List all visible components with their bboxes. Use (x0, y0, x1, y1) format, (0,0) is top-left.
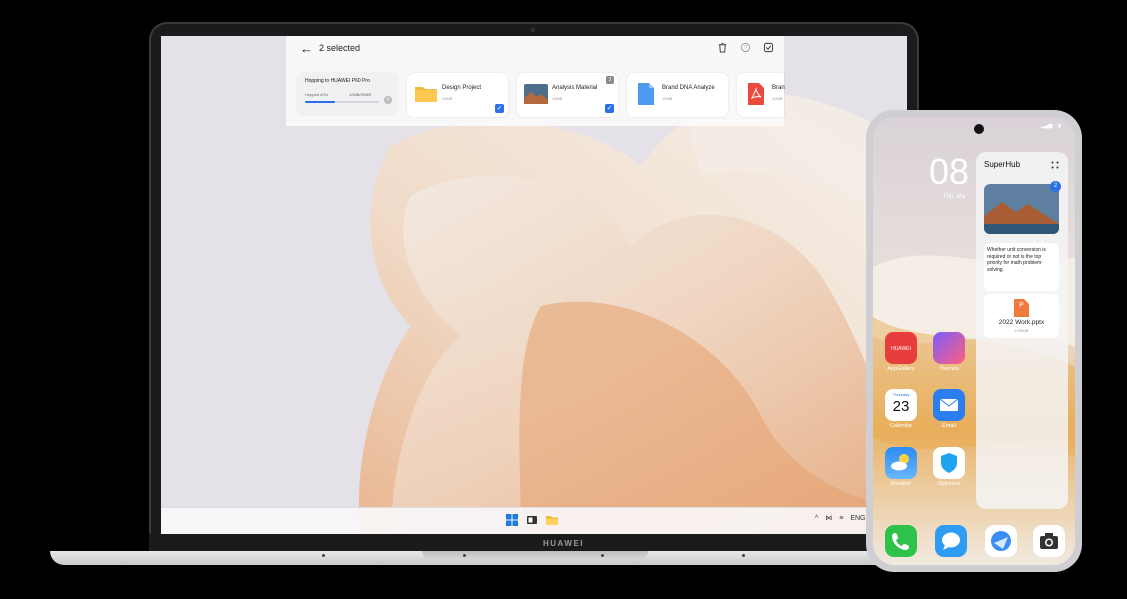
weather-icon[interactable] (885, 447, 917, 479)
phone-dock (881, 525, 1067, 559)
hop-progress-bar (305, 101, 379, 103)
superhub-title: SuperHub (984, 160, 1021, 169)
rubber-foot (463, 554, 466, 557)
hop-progress-fill (305, 101, 335, 103)
superhub-image-stack[interactable] (984, 184, 1059, 234)
rubber-foot (601, 554, 604, 557)
email-icon[interactable] (933, 389, 965, 421)
checkbox-checked-icon[interactable]: ✓ (495, 104, 504, 113)
hop-progress-label: Hopped 40% (305, 92, 329, 97)
laptop-lid-notch (422, 551, 648, 559)
messages-icon[interactable] (935, 525, 967, 557)
file-name: Bran (772, 85, 785, 91)
transfer-panel: ← 2 selected ? Hopping to HUAWEI P60 Pro… (286, 36, 785, 126)
calendar-day-name: Thursday (892, 392, 910, 397)
file-card-brand-dna-analyze[interactable]: Brand DNA Analyze 10MB (627, 73, 728, 117)
chevron-up-icon[interactable]: ^ (815, 515, 818, 522)
rubber-foot (742, 554, 745, 557)
grid-dots-icon[interactable] (1051, 161, 1059, 169)
selection-title: 2 selected (319, 43, 361, 53)
superhub-file-card[interactable]: P 2022 Work.pptx 2.39MB (984, 294, 1059, 338)
app-label-weather: Weather (890, 481, 912, 487)
taskbar-apps (506, 514, 558, 526)
hop-size-label: 12MB/30MB (349, 92, 372, 97)
phone-call-icon[interactable] (885, 525, 917, 557)
laptop-screen: ← 2 selected ? Hopping to HUAWEI P60 Pro… (161, 36, 907, 534)
superhub-file-name: 2022 Work.pptx (998, 319, 1045, 326)
optimizer-icon[interactable] (933, 447, 965, 479)
phone: ▂▄▆ ◔ ▮ 08 Thu, Ma HUAWEI AppGallery The… (866, 110, 1082, 572)
trash-icon[interactable] (717, 42, 728, 53)
hop-progress-card: Hopping to HUAWEI P60 Pro Hopped 40% 12M… (296, 72, 399, 116)
pdf-icon (748, 83, 764, 105)
pc-manager-icon[interactable]: ⋈ (825, 514, 832, 522)
file-card-design-project[interactable]: Design Project 10MB ✓ (407, 73, 508, 117)
windows-start-icon[interactable] (506, 514, 518, 526)
file-size: 10MB (662, 96, 673, 101)
rubber-foot (322, 554, 325, 557)
file-explorer-icon[interactable] (546, 514, 558, 526)
file-count-badge: 3 (606, 76, 614, 84)
themes-icon[interactable] (933, 332, 965, 364)
browser-icon[interactable] (985, 525, 1017, 557)
superhub-file-size: 2.39MB (1014, 328, 1029, 333)
file-size: 10MB (772, 96, 783, 101)
file-size: 10MB (552, 96, 563, 101)
file-name: Analysis Material (552, 85, 598, 91)
app-label-email: Email (942, 423, 956, 429)
file-name: Design Project (442, 85, 482, 91)
pptx-icon-letter: P (1019, 302, 1024, 309)
document-icon (638, 83, 654, 105)
calendar-day: 23 (892, 398, 910, 415)
phone-screen: ▂▄▆ ◔ ▮ 08 Thu, Ma HUAWEI AppGallery The… (873, 117, 1075, 565)
svg-text:?: ? (744, 45, 747, 51)
laptop-camera (531, 28, 535, 32)
camera-icon[interactable] (1033, 525, 1065, 557)
settings-sliders-icon[interactable]: ≡ (839, 515, 843, 522)
superhub-text-note[interactable]: Whether unit conversion is required or n… (984, 243, 1059, 291)
back-arrow-icon[interactable]: ← (300, 41, 313, 56)
lockscreen-clock: 08 (929, 151, 970, 192)
app-label-themes: Themes (939, 366, 959, 372)
superhub-panel: SuperHub 2 Whether unit conversion is re… (976, 152, 1068, 509)
task-view-icon[interactable] (526, 514, 538, 526)
app-label-appgallery: AppGallery (887, 366, 915, 372)
appgallery-icon-text: HUAWEI (891, 346, 911, 352)
superhub-image-count: 2 (1050, 181, 1061, 192)
lockscreen-date: Thu, Ma (943, 194, 966, 200)
hop-title: Hopping to HUAWEI P60 Pro (305, 78, 370, 84)
file-name: Brand DNA Analyze (662, 85, 715, 91)
app-label-calendar: Calendar (889, 423, 913, 429)
taskbar: ^ ⋈ ≡ ENG ◈ ♫ ▮ (161, 507, 907, 534)
app-label-optimizer: Optimizer (937, 481, 961, 487)
file-size: 10MB (442, 96, 453, 101)
select-all-icon[interactable] (763, 42, 774, 53)
file-card-analysis-material[interactable]: Analysis Material 10MB 3 ✓ (517, 73, 618, 117)
help-icon[interactable]: ? (740, 42, 751, 53)
cancel-hop-icon[interactable]: × (384, 96, 392, 104)
checkbox-checked-icon[interactable]: ✓ (605, 104, 614, 113)
language-indicator[interactable]: ENG (850, 515, 865, 522)
image-thumbnail-icon (524, 84, 548, 104)
calendar-icon[interactable]: Thursday 23 (885, 389, 917, 421)
file-card-pdf[interactable]: Bran 10MB (737, 73, 785, 117)
status-bar-icons: ▂▄▆ ◔ ▮ (1041, 123, 1061, 129)
panel-toolbar: ? (717, 42, 774, 53)
appgallery-icon[interactable]: HUAWEI (885, 332, 917, 364)
front-camera (974, 124, 984, 134)
folder-icon (415, 87, 437, 102)
